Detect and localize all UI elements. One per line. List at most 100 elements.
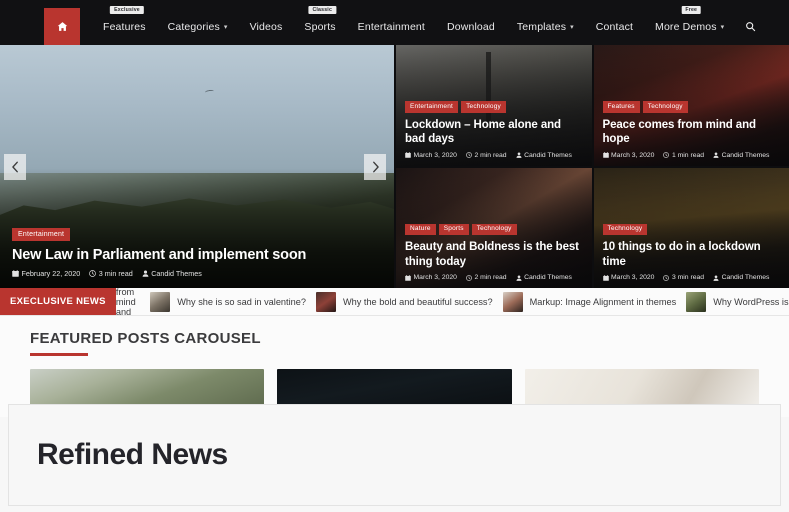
- meta-date-text: March 3, 2020: [611, 274, 655, 281]
- nav-badge-more-demos: Free: [681, 6, 702, 15]
- meta-readtime: 2 min read: [466, 152, 507, 159]
- tile-categories: Technology: [602, 223, 781, 236]
- refined-news-panel: Refined News: [8, 404, 781, 506]
- meta-readtime-text: 3 min read: [98, 269, 133, 278]
- home-button[interactable]: [44, 8, 80, 45]
- category-badge[interactable]: Entertainment: [405, 101, 459, 113]
- meta-readtime-text: 2 min read: [474, 274, 507, 281]
- refined-news-title: Refined News: [37, 438, 228, 471]
- hero-tile-lockdown[interactable]: Entertainment Technology Lockdown – Home…: [396, 45, 592, 166]
- meta-readtime-text: 2 min read: [474, 151, 507, 159]
- tile-content: Technology 10 things to do in a lockdown…: [602, 223, 781, 281]
- user-icon: [142, 270, 149, 277]
- meta-readtime: 3 min read: [89, 269, 133, 278]
- ticker-label[interactable]: EXECLUSIVE NEWS: [0, 288, 116, 315]
- tile-title[interactable]: Lockdown – Home alone and bad days: [405, 118, 583, 147]
- news-ticker: EXECLUSIVE NEWS nes from mind and hope W…: [0, 288, 789, 316]
- hero-tile-beauty[interactable]: Nature Sports Technology Beauty and Bold…: [396, 167, 592, 288]
- nav-label-more-demos: More Demos: [655, 20, 717, 33]
- ticker-thumbnail: [502, 291, 523, 312]
- nav-item-entertainment[interactable]: Entertainment: [347, 8, 436, 45]
- meta-author: Candid Themes: [142, 269, 202, 278]
- category-badge[interactable]: Entertainment: [12, 228, 71, 241]
- user-icon: [516, 152, 522, 158]
- user-icon: [516, 274, 522, 281]
- nav-item-sports[interactable]: Classic Sports: [293, 6, 346, 45]
- meta-date-text: March 3, 2020: [413, 274, 457, 281]
- clock-icon: [663, 152, 670, 158]
- nav-label-contact: Contact: [595, 20, 634, 33]
- nav-item-categories[interactable]: Categories ▾: [157, 8, 239, 45]
- category-badge[interactable]: Technology: [602, 223, 648, 236]
- nav-item-videos[interactable]: Videos: [239, 8, 294, 45]
- nav-item-features[interactable]: Exclusive Features: [92, 6, 157, 45]
- clock-icon: [663, 274, 670, 281]
- featured-carousel-section: FEATURED POSTS CAROUSEL: [0, 316, 789, 417]
- category-badge[interactable]: Sports: [438, 223, 469, 236]
- hero-tile-peace[interactable]: Features Technology Peace comes from min…: [593, 45, 789, 166]
- ticker-item-partial[interactable]: nes from mind and hope: [116, 288, 150, 315]
- nav-badge-sports: Classic: [308, 6, 337, 15]
- hero-tile-grid: Entertainment Technology Lockdown – Home…: [394, 45, 789, 288]
- tile-categories: Entertainment Technology: [405, 101, 583, 113]
- calendar-icon: [602, 152, 609, 158]
- hero-main-slide[interactable]: Entertainment New Law in Parliament and …: [0, 45, 394, 288]
- chevron-down-icon-templates: ▾: [570, 24, 574, 31]
- hero-tile-lockdown-things[interactable]: Technology 10 things to do in a lockdown…: [593, 167, 789, 288]
- clock-icon: [89, 270, 97, 277]
- ticker-item[interactable]: Markup: Image Alignment in themes: [502, 291, 687, 312]
- user-icon: [713, 152, 719, 158]
- tile-title[interactable]: 10 things to do in a lockdown time: [603, 240, 781, 269]
- chevron-left-icon: [11, 161, 20, 173]
- category-badge[interactable]: Features: [602, 101, 640, 113]
- nav-label-entertainment: Entertainment: [357, 20, 425, 33]
- meta-author: Candid Themes: [713, 274, 769, 281]
- meta-author-text: Candid Themes: [721, 274, 770, 281]
- hero-prev-button[interactable]: [4, 153, 26, 180]
- clock-icon: [466, 274, 472, 281]
- page-root: Exclusive Features Categories ▾ Videos C…: [0, 0, 789, 512]
- ticker-item[interactable]: Why WordPress is best C: [686, 291, 789, 312]
- tile-meta: March 3, 2020 1 min read Candid Themes: [602, 152, 781, 159]
- tile-content: Features Technology Peace comes from min…: [602, 101, 781, 159]
- ticker-item[interactable]: Why the bold and beautiful success?: [315, 291, 503, 312]
- nav-item-download[interactable]: Download: [436, 8, 506, 45]
- hero-next-button[interactable]: [364, 153, 386, 180]
- nav-item-more-demos[interactable]: Free More Demos ▾: [644, 6, 735, 45]
- meta-date: February 22, 2020: [12, 269, 80, 278]
- nav-menu: Exclusive Features Categories ▾ Videos C…: [92, 6, 735, 45]
- hero-main-title[interactable]: New Law in Parliament and implement soon: [12, 247, 382, 263]
- search-button[interactable]: [737, 8, 763, 45]
- tile-title[interactable]: Beauty and Boldness is the best thing to…: [405, 240, 583, 269]
- user-icon: [713, 274, 719, 281]
- meta-date-text: March 3, 2020: [413, 151, 457, 159]
- meta-date: March 3, 2020: [405, 274, 457, 281]
- nav-item-contact[interactable]: Contact: [585, 8, 644, 45]
- chevron-down-icon-categories: ▾: [223, 24, 228, 31]
- search-icon: [745, 21, 756, 32]
- category-badge[interactable]: Technology: [461, 101, 506, 113]
- hero-section: Entertainment New Law in Parliament and …: [0, 45, 789, 288]
- chevron-down-icon-more-demos: ▾: [720, 24, 725, 31]
- tile-categories: Nature Sports Technology: [405, 223, 583, 236]
- ticker-item[interactable]: Why she is so sad in valentine?: [150, 291, 316, 312]
- featured-heading: FEATURED POSTS CAROUSEL: [30, 330, 261, 347]
- tile-categories: Features Technology: [602, 101, 781, 113]
- ticker-item-text: Markup: Image Alignment in themes: [529, 296, 677, 307]
- meta-author: Candid Themes: [713, 152, 769, 159]
- featured-heading-underline: [30, 353, 88, 356]
- chevron-right-icon: [371, 161, 380, 173]
- meta-readtime: 3 min read: [663, 274, 704, 281]
- category-badge[interactable]: Technology: [642, 101, 688, 113]
- tile-title[interactable]: Peace comes from mind and hope: [603, 118, 781, 147]
- ticker-item-text: Why WordPress is best C: [713, 296, 789, 307]
- hero-sky: [0, 45, 394, 173]
- category-badge[interactable]: Nature: [405, 223, 436, 236]
- main-navbar: Exclusive Features Categories ▾ Videos C…: [0, 6, 789, 45]
- meta-readtime: 2 min read: [466, 274, 507, 281]
- meta-date-text: February 22, 2020: [21, 269, 81, 278]
- hero-main-meta: February 22, 2020 3 min read Candid Them…: [12, 269, 382, 278]
- nav-item-templates[interactable]: Templates ▾: [506, 8, 585, 45]
- category-badge[interactable]: Technology: [471, 223, 517, 236]
- meta-readtime-text: 3 min read: [671, 274, 705, 281]
